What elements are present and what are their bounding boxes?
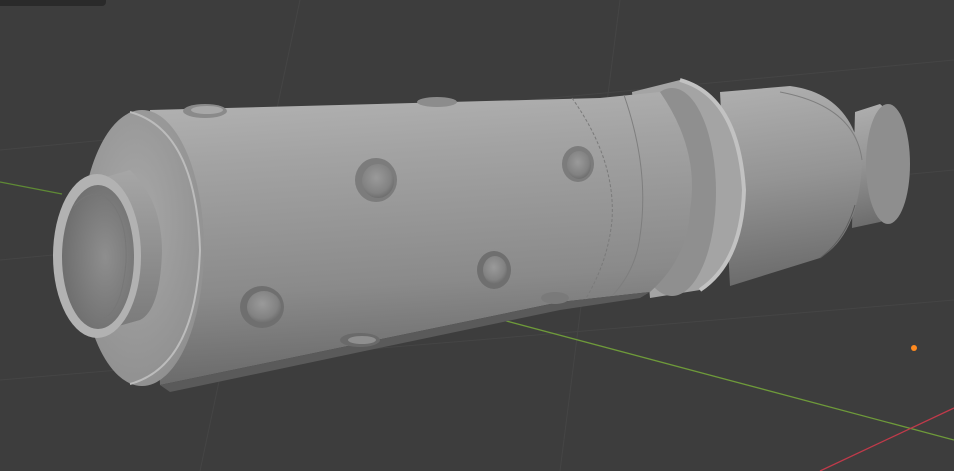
vent-hole [417, 97, 457, 107]
main-body [150, 92, 692, 392]
vent-hole [541, 292, 569, 304]
vent-hole [183, 104, 227, 118]
front-collar [53, 170, 162, 338]
vent-hole [240, 286, 284, 328]
x-axis-line [819, 407, 954, 471]
vent-hole [340, 333, 380, 347]
viewport-canvas[interactable] [0, 0, 954, 471]
vent-hole [355, 158, 397, 202]
vent-hole [477, 251, 511, 289]
vent-hole [562, 146, 594, 182]
point-light-icon[interactable] [911, 345, 917, 351]
3d-viewport[interactable] [0, 0, 954, 471]
